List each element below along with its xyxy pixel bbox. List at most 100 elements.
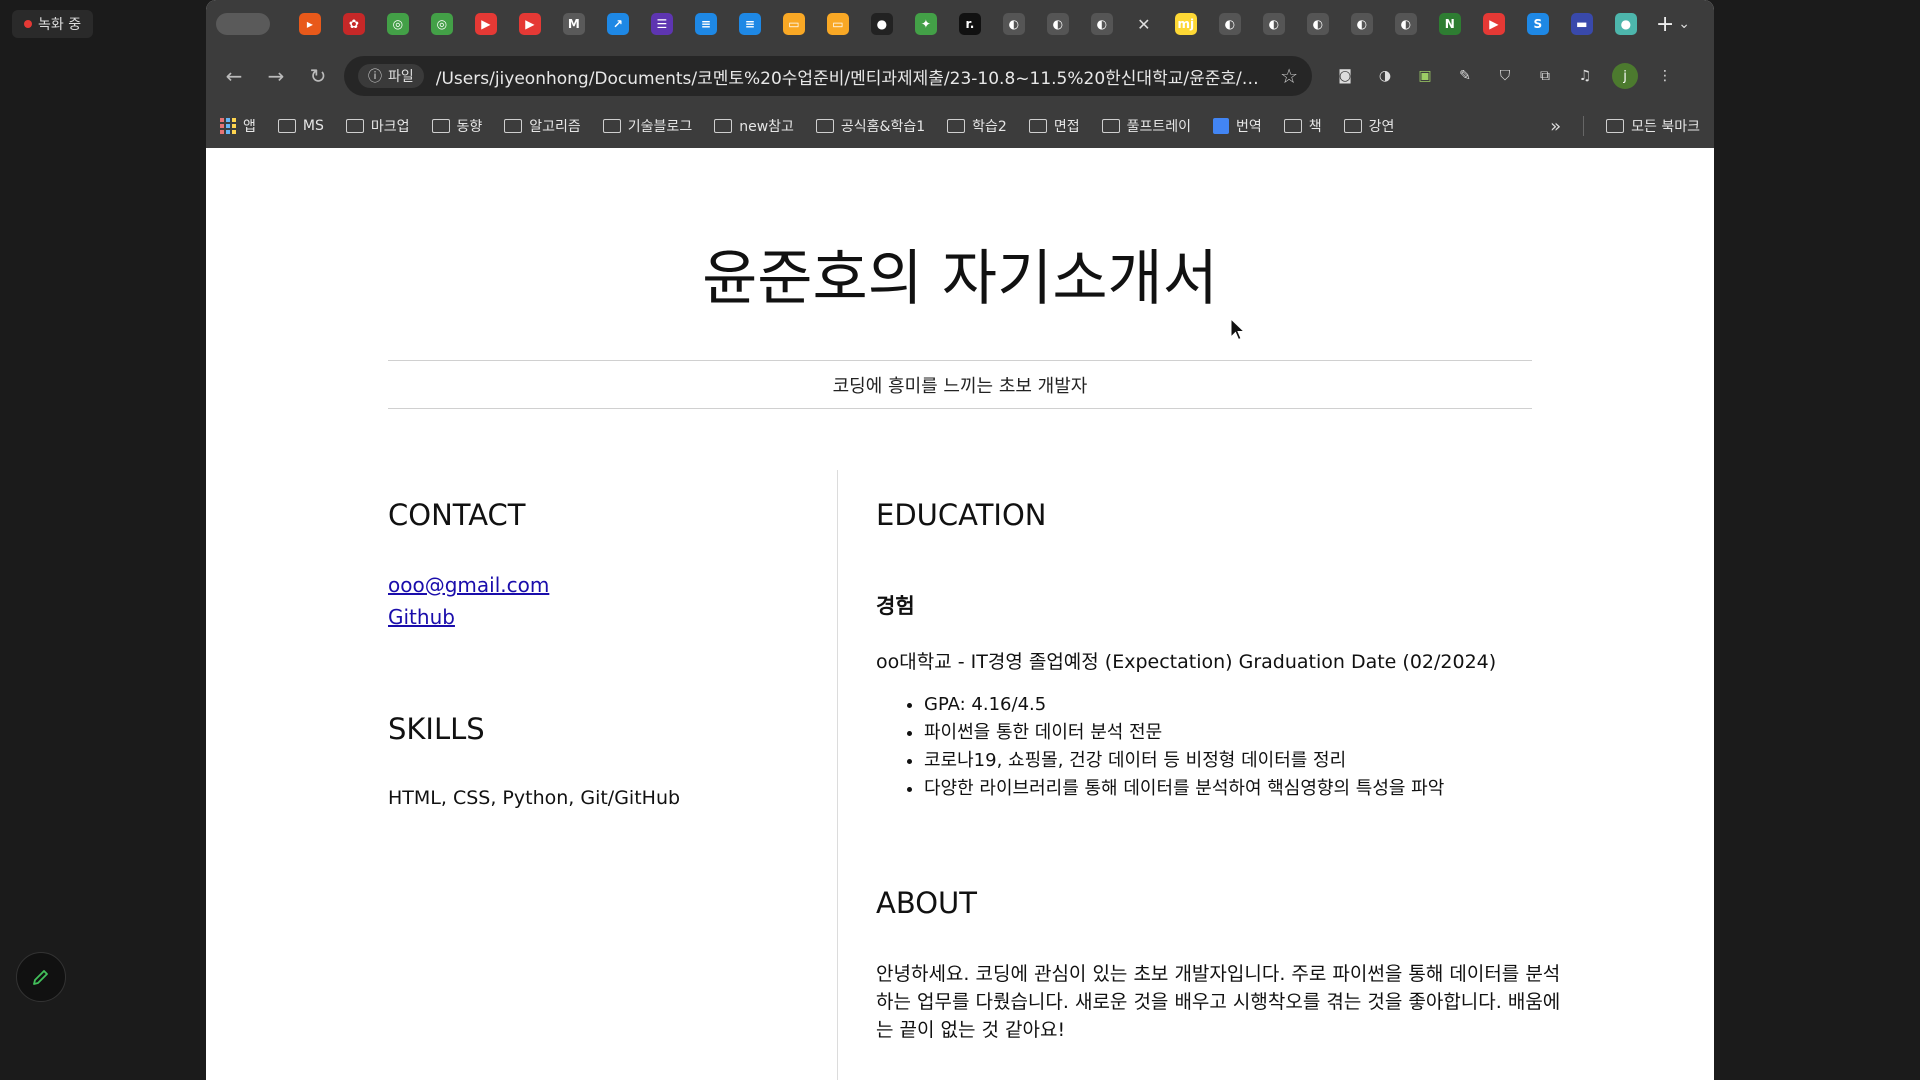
tab-favicon-globe-5-icon[interactable]: ◐ [1262, 13, 1285, 35]
tab-favicon-github-icon[interactable]: ● [870, 13, 893, 35]
tab-favicon-naver-icon[interactable]: N [1438, 13, 1461, 35]
bookmark-label: 공식홈&학습1 [840, 119, 926, 135]
tab-search-button[interactable] [216, 13, 270, 35]
bookmark-techblog[interactable]: 기술블로그 [602, 116, 693, 136]
bookmark-label: 기술블로그 [627, 119, 693, 135]
pencil-icon [33, 970, 48, 985]
tab-close-icon[interactable]: ✕ [1126, 15, 1162, 34]
camera-extension-icon[interactable]: ◙ [1332, 63, 1358, 89]
tab-favicon-globe-6-icon[interactable]: ◐ [1306, 13, 1329, 35]
bookmark-interview[interactable]: 면접 [1028, 116, 1080, 136]
tab-favicon-docs-1-icon[interactable]: ≡ [694, 13, 717, 35]
folder-icon [1283, 119, 1302, 133]
new-tab-plus-icon[interactable]: + [1656, 12, 1674, 37]
annotate-pen-button[interactable] [16, 952, 66, 1002]
bookmark-label: 알고리즘 [529, 119, 581, 135]
tab-list-chevron-icon[interactable]: ⌄ [1678, 16, 1690, 32]
circle-extension-icon[interactable]: ◑ [1372, 63, 1398, 89]
bookmark-markup[interactable]: 마크업 [345, 116, 410, 136]
green-extension-icon[interactable]: ▣ [1412, 63, 1438, 89]
media-control-icon[interactable]: ♫ [1572, 63, 1598, 89]
tab-favicon-2-icon[interactable]: ✿ [342, 13, 365, 35]
tab-favicon-globe-3-icon[interactable]: ◐ [1090, 13, 1113, 35]
folder-icon [815, 119, 834, 133]
about-text: 안녕하세요. 코딩에 관심이 있는 초보 개발자입니다. 주로 파이썬을 통해 … [876, 963, 1561, 1041]
bookmark-label: 면접 [1053, 119, 1080, 135]
tab-favicon-7-icon[interactable]: ✦ [914, 13, 937, 35]
bookmark-dongbang[interactable]: 동향 [431, 116, 483, 136]
forward-arrow-icon: → [267, 64, 285, 88]
bookmark-lecture[interactable]: 강연 [1343, 116, 1394, 136]
bookmark-label: 동향 [456, 119, 483, 135]
address-bar[interactable]: ⓘ 파일 /Users/jiyeonhong/Documents/코멘토%20수… [344, 56, 1312, 96]
education-line: oo대학교 - IT경영 졸업예정 (Expectation) Graduati… [876, 651, 1497, 673]
bookmark-label: 풀프트레이 [1126, 119, 1191, 135]
back-button[interactable]: ← [218, 60, 250, 92]
tab-favicon-gmail-icon[interactable]: M [562, 13, 585, 35]
bookmark-ms[interactable]: MS [277, 118, 324, 134]
bookmark-translate[interactable]: 번역 [1212, 116, 1262, 136]
bookmark-algorithm[interactable]: 알고리즘 [504, 116, 581, 136]
scheme-label: 파일 [388, 69, 414, 85]
top-divider [388, 360, 1532, 361]
bookmark-star-icon[interactable]: ☆ [1280, 64, 1298, 88]
apps-grid-icon [220, 118, 236, 134]
menu-kebab-icon[interactable]: ⋮ [1652, 63, 1678, 89]
info-icon: ⓘ [368, 69, 382, 85]
browser-toolbar: ← → ↻ ⓘ 파일 /Users/jiyeonhong/Documents/코… [206, 48, 1714, 104]
experience-subheading: 경험 [876, 594, 915, 618]
bookmark-new-ref[interactable]: new참고 [714, 116, 794, 136]
folder-icon [504, 119, 523, 133]
puzzle-extensions-icon[interactable]: ⧉ [1532, 63, 1558, 89]
folder-icon [714, 119, 733, 133]
tab-favicon-8-icon[interactable]: r. [958, 13, 981, 35]
record-dot-icon [24, 20, 32, 28]
bookmark-study2[interactable]: 학습2 [947, 116, 1007, 136]
folder-icon [947, 119, 966, 133]
tab-favicon-6-icon[interactable]: ☰ [650, 13, 673, 35]
tab-favicon-9-icon[interactable]: ▬ [1570, 13, 1593, 35]
tab-favicon-s-icon[interactable]: S [1526, 13, 1549, 35]
tab-favicon-mj-icon[interactable]: mj [1174, 13, 1197, 35]
all-bookmarks-folder[interactable]: 모든 북마크 [1606, 116, 1700, 136]
bookmarks-separator [1583, 116, 1585, 136]
more-bookmarks-chevron-icon[interactable]: » [1550, 116, 1561, 137]
list-item: 파이썬을 통한 데이터 분석 전문 [924, 719, 1444, 747]
tab-favicon-youtube-1-icon[interactable]: ▶ [474, 13, 497, 35]
github-link[interactable]: Github [388, 605, 455, 629]
bookmark-label: 책 [1308, 119, 1322, 135]
tab-favicon-1-icon[interactable]: ▸ [298, 13, 321, 35]
bookmark-apps[interactable]: 앱 [220, 116, 256, 136]
pen-extension-icon[interactable]: ✎ [1452, 63, 1478, 89]
column-divider [837, 470, 838, 1080]
tab-favicon-docs-2-icon[interactable]: ≡ [738, 13, 761, 35]
tab-favicon-3-icon[interactable]: ◎ [386, 13, 409, 35]
tab-favicon-youtube-3-icon[interactable]: ▶ [1482, 13, 1505, 35]
bookmark-books[interactable]: 책 [1283, 116, 1322, 136]
profile-avatar[interactable]: j [1612, 63, 1638, 89]
reload-button[interactable]: ↻ [302, 60, 334, 92]
tab-favicon-globe-8-icon[interactable]: ◐ [1394, 13, 1417, 35]
tab-favicon-globe-7-icon[interactable]: ◐ [1350, 13, 1373, 35]
email-link[interactable]: ooo@gmail.com [388, 573, 549, 597]
shield-extension-icon[interactable]: ⛉ [1492, 63, 1518, 89]
site-info-chip[interactable]: ⓘ 파일 [358, 64, 424, 88]
bookmark-label: 마크업 [370, 119, 410, 135]
bookmark-pulltree[interactable]: 풀프트레이 [1101, 116, 1191, 136]
tab-favicon-slides-2-icon[interactable]: ▭ [826, 13, 849, 35]
folder-icon [431, 119, 450, 133]
tab-favicon-slides-1-icon[interactable]: ▭ [782, 13, 805, 35]
tab-favicon-youtube-2-icon[interactable]: ▶ [518, 13, 541, 35]
reload-icon: ↻ [309, 64, 327, 88]
tab-favicon-5-icon[interactable]: ↗ [606, 13, 629, 35]
tab-favicon-10-icon[interactable]: ● [1614, 13, 1637, 35]
url-text[interactable]: /Users/jiyeonhong/Documents/코멘토%20수업준비/멘… [436, 64, 1268, 89]
tab-favicon-globe-1-icon[interactable]: ◐ [1002, 13, 1025, 35]
tab-favicon-4-icon[interactable]: ◎ [430, 13, 453, 35]
list-item: 다양한 라이브러리를 통해 데이터를 분석하여 핵심영향의 특성을 파악 [924, 775, 1444, 803]
forward-button[interactable]: → [260, 60, 292, 92]
tab-favicon-globe-4-icon[interactable]: ◐ [1218, 13, 1241, 35]
list-item: GPA: 4.16/4.5 [924, 691, 1444, 719]
tab-favicon-globe-2-icon[interactable]: ◐ [1046, 13, 1069, 35]
bookmark-official[interactable]: 공식홈&학습1 [815, 116, 926, 136]
